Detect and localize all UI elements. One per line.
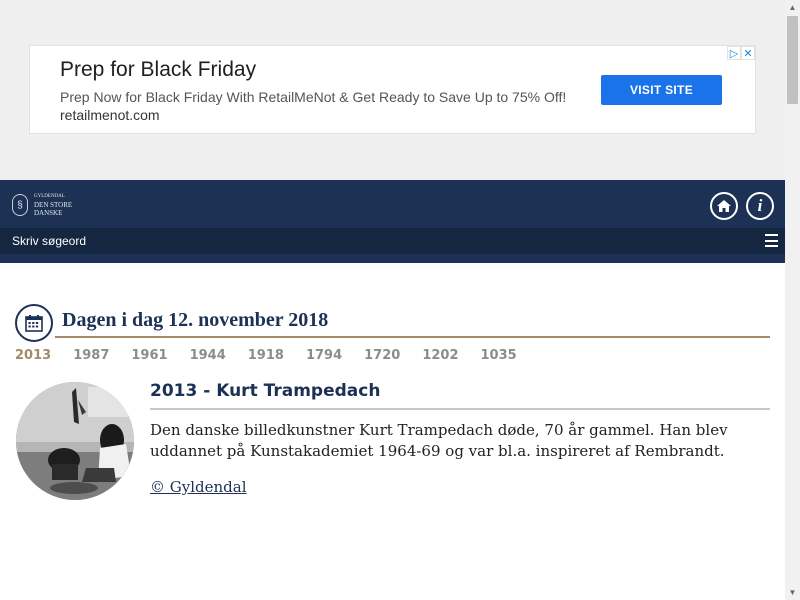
- site-header: § GYLDENDAL DEN STORE DANSKE i: [0, 180, 785, 228]
- close-icon[interactable]: ✕: [741, 46, 755, 60]
- ad-domain[interactable]: retailmenot.com: [60, 107, 160, 123]
- copyright-link[interactable]: © Gyldendal: [150, 478, 247, 496]
- ad-description: Prep Now for Black Friday With RetailMeN…: [60, 89, 567, 105]
- ad-banner-area: ▷ ✕ Prep for Black Friday Prep Now for B…: [0, 0, 785, 180]
- gyldendal-logo-icon: §: [12, 194, 28, 216]
- header-bottom-band: [0, 254, 785, 263]
- search-bar: [0, 228, 785, 254]
- year-tab-1944[interactable]: 1944: [190, 348, 226, 363]
- year-tab-1035[interactable]: 1035: [481, 348, 517, 363]
- year-tab-1794[interactable]: 1794: [306, 348, 342, 363]
- page-title: Dagen i dag 12. november 2018: [62, 309, 329, 331]
- home-button[interactable]: [710, 192, 738, 220]
- year-tab-1720[interactable]: 1720: [364, 348, 400, 363]
- logo-line-1: GYLDENDAL: [34, 194, 65, 199]
- logo-line-2: DEN STORE: [34, 201, 73, 209]
- ad-title[interactable]: Prep for Black Friday: [60, 58, 256, 82]
- scroll-up-arrow-icon[interactable]: ▲: [785, 0, 800, 15]
- info-icon: i: [757, 196, 763, 215]
- entry-photo: [16, 382, 134, 500]
- entry-divider: [150, 408, 770, 410]
- ad-choices[interactable]: ▷ ✕: [727, 46, 755, 60]
- entry-title: 2013 - Kurt Trampedach: [150, 381, 381, 401]
- visit-site-button[interactable]: VISIT SITE: [601, 75, 722, 105]
- logo-text: GYLDENDAL DEN STORE DANSKE: [34, 193, 72, 217]
- site-logo[interactable]: § GYLDENDAL DEN STORE DANSKE: [12, 193, 72, 217]
- year-tab-1918[interactable]: 1918: [248, 348, 284, 363]
- scroll-down-arrow-icon[interactable]: ▼: [785, 585, 800, 600]
- entry-body: Den danske billedkunstner Kurt Trampedac…: [150, 421, 728, 460]
- home-icon: [717, 200, 731, 212]
- year-tab-2013[interactable]: 2013: [15, 348, 51, 363]
- logo-line-3: DANSKE: [34, 209, 63, 217]
- year-tabs: 2013 1987 1961 1944 1918 1794 1720 1202 …: [15, 348, 539, 363]
- calendar-icon: [15, 304, 53, 342]
- search-input[interactable]: [12, 228, 312, 254]
- year-tab-1202[interactable]: 1202: [422, 348, 458, 363]
- adchoices-icon[interactable]: ▷: [727, 46, 741, 60]
- ad-card[interactable]: ▷ ✕ Prep for Black Friday Prep Now for B…: [29, 45, 756, 134]
- year-tab-1961[interactable]: 1961: [131, 348, 167, 363]
- title-divider: [55, 336, 770, 338]
- info-button[interactable]: i: [746, 192, 774, 220]
- hamburger-menu-icon[interactable]: [765, 234, 778, 247]
- scrollbar-thumb[interactable]: [787, 16, 798, 104]
- vertical-scrollbar[interactable]: ▲ ▼: [785, 0, 800, 600]
- year-tab-1987[interactable]: 1987: [73, 348, 109, 363]
